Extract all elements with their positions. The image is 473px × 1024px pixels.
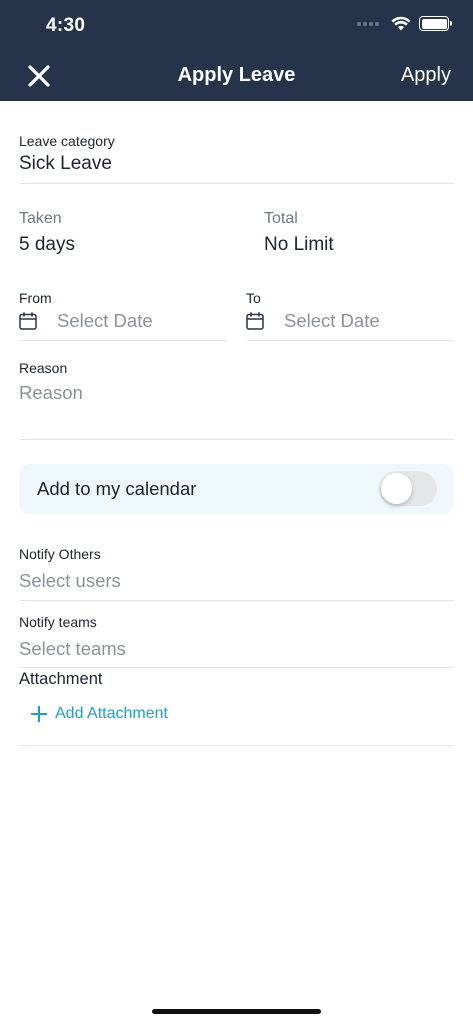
divider xyxy=(19,667,454,668)
divider xyxy=(246,340,454,341)
taken-label: Taken xyxy=(19,210,62,227)
cellular-signal-icon xyxy=(357,21,379,26)
from-date-placeholder: Select Date xyxy=(57,310,153,331)
select-users-input[interactable]: Select users xyxy=(19,570,121,592)
app-header: 4:30 Apply Leave Apply xyxy=(0,0,473,101)
wifi-icon xyxy=(391,16,411,31)
notify-others-label: Notify Others xyxy=(19,546,101,562)
select-teams-input[interactable]: Select teams xyxy=(19,638,126,660)
add-to-calendar-toggle[interactable] xyxy=(379,471,437,506)
divider xyxy=(19,745,454,746)
add-attachment-button[interactable]: Add Attachment xyxy=(31,705,168,723)
leave-category-value[interactable]: Sick Leave xyxy=(19,153,112,175)
attachment-title: Attachment xyxy=(19,670,103,688)
status-time: 4:30 xyxy=(46,15,86,36)
add-attachment-label: Add Attachment xyxy=(55,705,168,722)
total-label: Total xyxy=(264,210,298,227)
calendar-icon xyxy=(19,312,37,330)
to-date-picker[interactable]: Select Date xyxy=(246,306,454,340)
notify-teams-label: Notify teams xyxy=(19,614,97,630)
total-value: No Limit xyxy=(264,234,334,255)
add-to-calendar-row: Add to my calendar xyxy=(19,464,454,514)
taken-value: 5 days xyxy=(19,234,75,255)
divider xyxy=(19,600,454,601)
from-label: From xyxy=(19,290,52,306)
reason-label: Reason xyxy=(19,360,68,376)
status-icons xyxy=(357,16,452,31)
toggle-knob xyxy=(381,473,412,504)
plus-icon xyxy=(31,706,47,722)
reason-input[interactable]: Reason xyxy=(19,382,454,432)
leave-category-label: Leave category xyxy=(19,133,115,149)
battery-icon xyxy=(419,16,452,31)
divider xyxy=(19,439,454,440)
to-label: To xyxy=(246,290,261,306)
to-date-placeholder: Select Date xyxy=(284,310,380,331)
divider xyxy=(19,183,454,184)
divider xyxy=(19,340,228,341)
add-to-calendar-label: Add to my calendar xyxy=(37,478,197,499)
calendar-icon xyxy=(246,312,264,330)
apply-button[interactable]: Apply xyxy=(401,64,451,87)
home-indicator[interactable] xyxy=(152,1009,321,1014)
from-date-picker[interactable]: Select Date xyxy=(19,306,228,340)
